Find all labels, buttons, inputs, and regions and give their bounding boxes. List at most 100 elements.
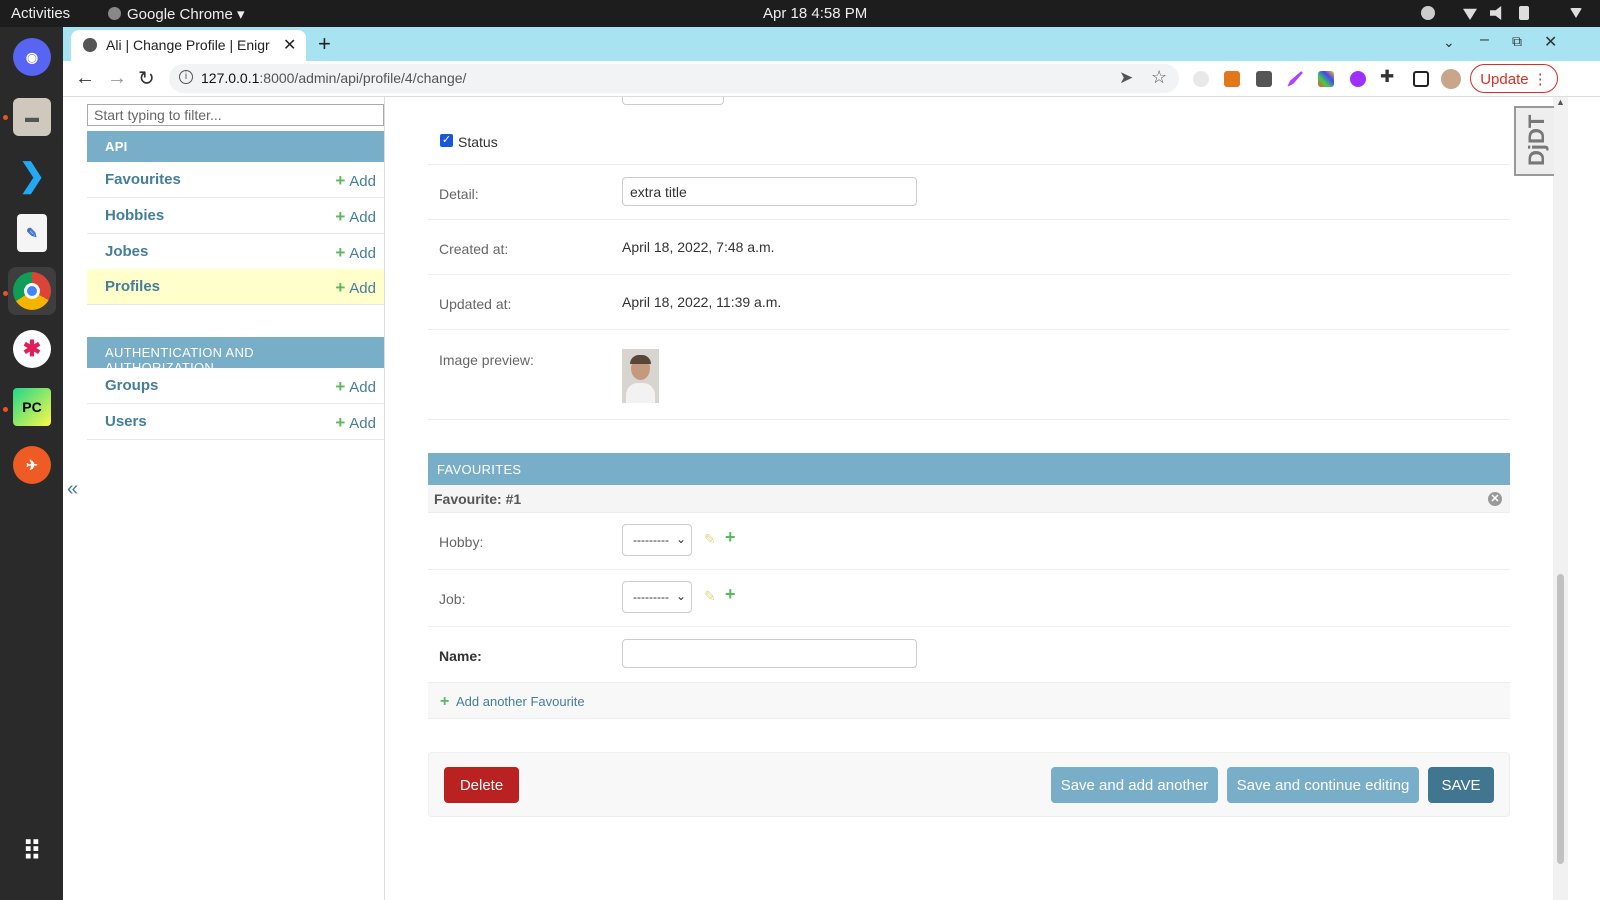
- back-icon[interactable]: ←: [75, 67, 95, 90]
- add-hobby-link[interactable]: + Add: [335, 207, 376, 227]
- sidebar-item-label[interactable]: Profiles: [105, 278, 160, 295]
- job-select[interactable]: --------- ⌄: [622, 581, 692, 613]
- pycharm-launcher[interactable]: PC: [8, 383, 56, 431]
- delete-button[interactable]: Delete: [444, 767, 519, 803]
- show-apps-button[interactable]: ⠿: [8, 827, 56, 875]
- extension-timer-icon[interactable]: [1193, 71, 1209, 87]
- delete-inline-icon[interactable]: ✕: [1488, 492, 1502, 506]
- extension-flower-icon[interactable]: [1350, 71, 1366, 87]
- detail-row: Detail:: [428, 165, 1510, 220]
- nav-filter-input[interactable]: [87, 104, 384, 126]
- tab-search-icon[interactable]: ⌄: [1443, 34, 1455, 51]
- volume-icon[interactable]: [1490, 6, 1502, 20]
- status-checkbox[interactable]: ✓: [440, 134, 453, 147]
- close-tab-icon[interactable]: ✕: [283, 35, 296, 55]
- clock[interactable]: Apr 18 4:58 PM: [763, 5, 867, 22]
- sidebar-item-label[interactable]: Hobbies: [105, 207, 164, 224]
- save-and-add-another-button[interactable]: Save and add another: [1051, 767, 1218, 803]
- minimize-icon[interactable]: –: [1480, 31, 1489, 49]
- postman-icon: ✈: [13, 446, 51, 484]
- sidebar-item-favourites: Favourites + Add: [87, 162, 384, 198]
- wifi-icon[interactable]: [1463, 8, 1477, 20]
- forward-icon[interactable]: →: [107, 67, 127, 90]
- save-button[interactable]: SAVE: [1428, 767, 1494, 803]
- chevron-down-icon: ⌄: [675, 589, 686, 603]
- add-group-link[interactable]: + Add: [335, 377, 376, 397]
- sidebar-item-groups: Groups + Add: [87, 368, 384, 404]
- extensions-puzzle-icon[interactable]: ✚: [1380, 67, 1394, 87]
- browser-tab[interactable]: Ali | Change Profile | Enigr ✕: [71, 30, 306, 61]
- favourites-inline-caption: FAVOURITES: [428, 453, 1510, 485]
- scroll-up-icon[interactable]: ▲: [1556, 97, 1565, 107]
- change-form: ✓ Status Detail: Created at: April 18, 2…: [428, 97, 1510, 900]
- extension-color-icon[interactable]: [1318, 71, 1334, 87]
- close-window-icon[interactable]: ✕: [1544, 32, 1557, 52]
- text-editor-launcher[interactable]: ✎: [8, 209, 56, 257]
- files-launcher[interactable]: ▬: [8, 93, 56, 141]
- favourite-item-header: Favourite: #1 ✕: [428, 485, 1510, 513]
- metamask-icon[interactable]: [1224, 71, 1240, 87]
- add-user-link[interactable]: + Add: [335, 413, 376, 433]
- chevron-down-icon: ⌄: [675, 532, 686, 546]
- site-info-icon[interactable]: i: [179, 70, 193, 84]
- edit-related-icon[interactable]: ✎: [704, 531, 716, 548]
- job-row: Job: --------- ⌄ ✎ +: [428, 570, 1510, 627]
- page-scrollbar[interactable]: ▲: [1553, 97, 1568, 900]
- battery-icon[interactable]: [1519, 6, 1529, 20]
- admin-page: API Favourites +Add Hobbies +Add Jobes +…: [63, 97, 1553, 900]
- edit-related-icon[interactable]: ✎: [704, 588, 716, 605]
- side-panel-icon[interactable]: [1413, 71, 1429, 87]
- hobby-select[interactable]: --------- ⌄: [622, 524, 692, 556]
- sidebar-item-label[interactable]: Users: [105, 413, 147, 430]
- folder-icon: ▬: [13, 98, 51, 136]
- toggle-sidebar-button[interactable]: «: [67, 478, 78, 501]
- extension-brush-icon[interactable]: [1287, 71, 1303, 87]
- profile-avatar[interactable]: [1441, 69, 1461, 89]
- active-app-menu[interactable]: Google Chrome ▾: [108, 5, 245, 23]
- discord-launcher[interactable]: ◉: [8, 33, 56, 81]
- update-button[interactable]: Update ⋮: [1470, 64, 1558, 93]
- postman-launcher[interactable]: ✈: [8, 441, 56, 489]
- debug-toolbar-handle[interactable]: DjDT: [1514, 106, 1554, 176]
- activities-button[interactable]: Activities: [11, 5, 70, 22]
- plus-icon: +: [335, 207, 346, 226]
- status-row: ✓ Status: [428, 120, 1510, 165]
- address-bar[interactable]: i 127.0.0.1:8000/admin/api/profile/4/cha…: [169, 64, 1179, 93]
- discord-icon: ◉: [13, 38, 51, 76]
- name-input[interactable]: [622, 639, 917, 668]
- add-job-link[interactable]: + Add: [335, 243, 376, 263]
- bookmark-star-icon[interactable]: ☆: [1151, 67, 1167, 88]
- send-icon[interactable]: ➤: [1119, 68, 1133, 88]
- add-favourite-link[interactable]: + Add: [335, 171, 376, 191]
- add-related-icon[interactable]: +: [725, 584, 736, 605]
- auth-caption[interactable]: AUTHENTICATION AND AUTHORIZATION: [87, 337, 384, 375]
- sidebar-item-label[interactable]: Jobes: [105, 243, 148, 260]
- slack-launcher[interactable]: ✱: [8, 325, 56, 373]
- add-related-icon[interactable]: +: [725, 527, 736, 548]
- system-menu-icon[interactable]: [1570, 8, 1582, 18]
- new-tab-icon[interactable]: +: [318, 31, 331, 57]
- save-and-continue-button[interactable]: Save and continue editing: [1227, 767, 1419, 803]
- sidebar-item-label[interactable]: Groups: [105, 377, 158, 394]
- api-caption[interactable]: API: [87, 131, 384, 162]
- chrome-icon: [13, 272, 51, 310]
- add-profile-link[interactable]: + Add: [335, 278, 376, 298]
- restore-icon[interactable]: ⧉: [1512, 33, 1522, 50]
- sidebar-item-label[interactable]: Favourites: [105, 171, 181, 188]
- updated-value: April 18, 2022, 11:39 a.m.: [622, 294, 782, 310]
- chrome-launcher[interactable]: [8, 267, 56, 315]
- detail-input[interactable]: [622, 177, 917, 206]
- network-icon[interactable]: [1421, 6, 1435, 20]
- system-top-bar: Activities Google Chrome ▾ Apr 18 4:58 P…: [0, 0, 1600, 27]
- scrollbar-thumb[interactable]: [1557, 574, 1564, 864]
- reload-icon[interactable]: ↻: [138, 66, 155, 91]
- hobby-row: Hobby: --------- ⌄ ✎ +: [428, 513, 1510, 570]
- favicon-icon: [83, 38, 97, 52]
- sidebar-item-hobbies: Hobbies + Add: [87, 198, 384, 234]
- add-another-favourite-link[interactable]: Add another Favourite: [456, 694, 585, 709]
- add-another-favourite-row: + Add another Favourite: [428, 683, 1510, 719]
- extension-pen-icon[interactable]: [1256, 71, 1272, 87]
- tab-title: Ali | Change Profile | Enigr: [106, 37, 270, 53]
- vscode-launcher[interactable]: ❯: [8, 151, 56, 199]
- chrome-small-icon: [108, 7, 121, 20]
